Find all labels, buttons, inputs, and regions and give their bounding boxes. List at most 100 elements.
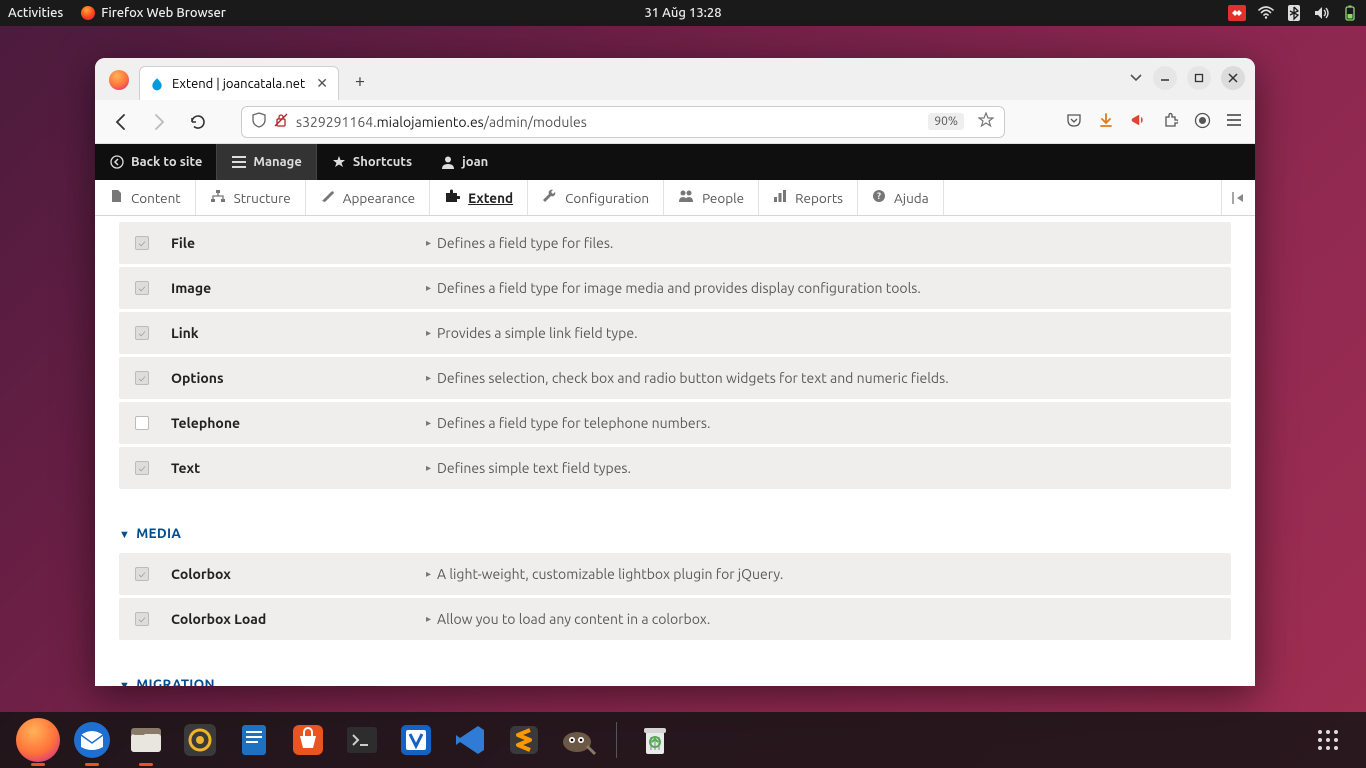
module-row[interactable]: ✓Image▸Defines a field type for image me… bbox=[119, 267, 1231, 309]
tab-structure[interactable]: Structure bbox=[196, 180, 306, 215]
module-checkbox[interactable]: ✓ bbox=[135, 461, 149, 475]
caret-right-icon: ▸ bbox=[426, 327, 431, 339]
tabs-dropdown-button[interactable] bbox=[1129, 70, 1143, 87]
tab-strip: Extend | joancatala.net ✕ + bbox=[95, 58, 1255, 100]
app-menu-icon[interactable] bbox=[1225, 113, 1243, 130]
drupal-admin-toolbar: Back to site Manage Shortcuts joan bbox=[95, 144, 1255, 180]
bluetooth-icon[interactable] bbox=[1286, 5, 1302, 21]
dock-writer[interactable] bbox=[232, 718, 276, 762]
show-applications-button[interactable] bbox=[1306, 718, 1350, 762]
module-checkbox[interactable]: ✓ bbox=[135, 236, 149, 250]
module-name: File bbox=[171, 235, 426, 251]
content-icon bbox=[109, 189, 123, 206]
active-app-menu[interactable]: Firefox Web Browser bbox=[81, 6, 226, 20]
url-text: s329291164.mi­alojamiento.es/admin/modul… bbox=[296, 114, 587, 130]
dock-virtualbox[interactable] bbox=[394, 718, 438, 762]
module-row[interactable]: Telephone▸Defines a field type for telep… bbox=[119, 402, 1231, 444]
extend-icon bbox=[444, 189, 460, 206]
dock-vscode[interactable] bbox=[448, 718, 492, 762]
module-row[interactable]: ✓Text▸Defines simple text field types. bbox=[119, 447, 1231, 489]
clock[interactable]: 31 Aŭg 13:28 bbox=[644, 6, 721, 20]
back-button[interactable] bbox=[107, 108, 135, 136]
anydesk-tray-icon[interactable] bbox=[1228, 5, 1246, 21]
module-description: Defines selection, check box and radio b… bbox=[437, 370, 949, 386]
module-name: Link bbox=[171, 325, 426, 341]
manage-toggle[interactable]: Manage bbox=[216, 144, 316, 180]
dock-terminal[interactable] bbox=[340, 718, 384, 762]
tab-appearance[interactable]: Appearance bbox=[306, 180, 430, 215]
back-to-site-link[interactable]: Back to site bbox=[95, 144, 216, 180]
hamburger-icon bbox=[231, 154, 247, 170]
tab-configuration[interactable]: Configuration bbox=[528, 180, 664, 215]
tab-content[interactable]: Content bbox=[95, 180, 196, 215]
module-name: Image bbox=[171, 280, 426, 296]
dock-firefox[interactable] bbox=[16, 718, 60, 762]
downloads-icon[interactable] bbox=[1097, 112, 1115, 131]
module-checkbox[interactable]: ✓ bbox=[135, 281, 149, 295]
dock-files[interactable] bbox=[124, 718, 168, 762]
dock-thunderbird[interactable] bbox=[70, 718, 114, 762]
pocket-icon[interactable] bbox=[1065, 112, 1083, 131]
dock-sublime[interactable] bbox=[502, 718, 546, 762]
megaphone-icon[interactable] bbox=[1129, 112, 1147, 131]
window-minimize-button[interactable] bbox=[1153, 66, 1177, 90]
extensions-icon[interactable] bbox=[1161, 112, 1179, 131]
window-close-button[interactable] bbox=[1221, 66, 1245, 90]
browser-tab[interactable]: Extend | joancatala.net ✕ bbox=[139, 66, 339, 100]
module-checkbox[interactable]: ✓ bbox=[135, 326, 149, 340]
volume-icon[interactable] bbox=[1314, 5, 1330, 21]
bookmark-star-icon[interactable] bbox=[978, 112, 994, 131]
module-checkbox[interactable]: ✓ bbox=[135, 567, 149, 581]
tab-configuration-label: Configuration bbox=[565, 190, 649, 206]
caret-right-icon: ▸ bbox=[426, 372, 431, 384]
tab-help[interactable]: ? Ajuda bbox=[858, 180, 944, 215]
configuration-icon bbox=[542, 189, 557, 206]
manage-label: Manage bbox=[253, 155, 301, 169]
tab-people[interactable]: People bbox=[664, 180, 759, 215]
module-checkbox[interactable]: ✓ bbox=[135, 371, 149, 385]
back-arrow-icon bbox=[109, 154, 125, 170]
shortcuts-label: Shortcuts bbox=[353, 155, 412, 169]
module-row[interactable]: ✓ Options▸ Defines selection, check box an… bbox=[119, 357, 1231, 399]
collapse-toolbar-button[interactable] bbox=[1221, 180, 1255, 215]
module-description: Allow you to load any content in a color… bbox=[437, 611, 710, 627]
dock-trash[interactable] bbox=[633, 718, 677, 762]
help-icon: ? bbox=[872, 189, 886, 206]
section-media-heading[interactable]: ▼MEDIA bbox=[119, 525, 1231, 541]
module-row[interactable]: ✓Colorbox Load▸Allow you to load any con… bbox=[119, 598, 1231, 640]
module-checkbox[interactable]: ✓ bbox=[135, 612, 149, 626]
insecure-lock-icon[interactable] bbox=[274, 113, 288, 130]
dock-rhythmbox[interactable] bbox=[178, 718, 222, 762]
shortcuts-link[interactable]: Shortcuts bbox=[317, 144, 426, 180]
dock-gimp[interactable] bbox=[556, 718, 600, 762]
user-menu[interactable]: joan bbox=[426, 144, 502, 180]
module-row[interactable]: ✓File▸Defines a field type for files. bbox=[119, 222, 1231, 264]
activities-button[interactable]: Activities bbox=[8, 6, 63, 20]
active-app-label: Firefox Web Browser bbox=[101, 6, 226, 20]
module-name: Options bbox=[171, 370, 426, 386]
zoom-indicator[interactable]: 90% bbox=[928, 113, 964, 130]
forward-button[interactable] bbox=[145, 108, 173, 136]
wifi-icon[interactable] bbox=[1258, 5, 1274, 21]
caret-right-icon: ▸ bbox=[426, 613, 431, 625]
tab-extend[interactable]: Extend bbox=[430, 180, 528, 215]
section-migration-heading[interactable]: ▼MIGRATION bbox=[119, 676, 1231, 686]
window-maximize-button[interactable] bbox=[1187, 66, 1211, 90]
battery-icon[interactable] bbox=[1342, 5, 1358, 21]
dock-software[interactable] bbox=[286, 718, 330, 762]
module-description: Defines simple text field types. bbox=[437, 460, 631, 476]
module-row[interactable]: ✓Link▸Provides a simple link field type. bbox=[119, 312, 1231, 354]
tab-reports-label: Reports bbox=[795, 190, 843, 206]
caret-right-icon: ▸ bbox=[426, 462, 431, 474]
tab-reports[interactable]: Reports bbox=[759, 180, 858, 215]
tab-close-button[interactable]: ✕ bbox=[316, 75, 328, 92]
caret-right-icon: ▸ bbox=[426, 282, 431, 294]
module-name: Telephone bbox=[171, 415, 426, 431]
profile-icon[interactable] bbox=[1193, 112, 1211, 132]
module-row[interactable]: ✓Colorbox▸A light-weight, customizable l… bbox=[119, 553, 1231, 595]
tracking-shield-icon[interactable] bbox=[252, 112, 266, 131]
new-tab-button[interactable]: + bbox=[345, 66, 375, 96]
reload-button[interactable] bbox=[183, 108, 211, 136]
module-checkbox[interactable] bbox=[135, 416, 149, 430]
url-bar[interactable]: s329291164.mi­alojamiento.es/admin/modul… bbox=[241, 106, 1005, 138]
